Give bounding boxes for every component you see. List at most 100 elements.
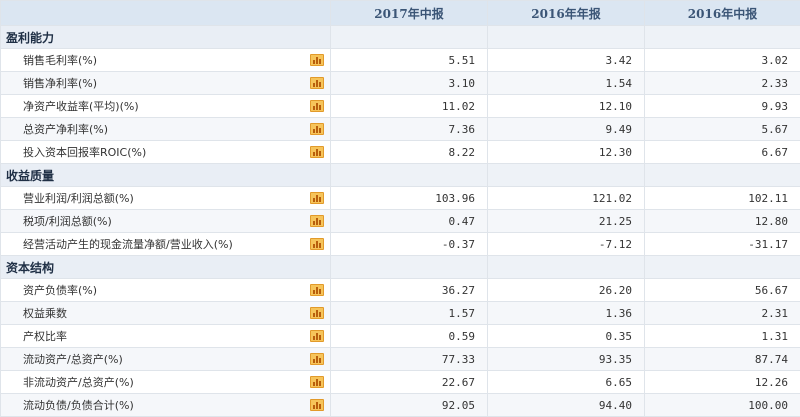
value-cell: 12.10 xyxy=(488,95,645,118)
section-header-row: 盈利能力 xyxy=(1,26,800,49)
value-cell: 100.00 xyxy=(645,394,800,417)
row-label: 总资产净利率(%) xyxy=(1,123,108,136)
row-label: 净资产收益率(平均)(%) xyxy=(1,100,139,113)
column-header[interactable]: 2016年中报 xyxy=(645,1,800,26)
section-blank-cell xyxy=(488,164,645,187)
table-row: 营业利润/利润总额(%)103.96121.02102.11 xyxy=(1,187,800,210)
row-label: 销售净利率(%) xyxy=(1,77,97,90)
value-cell: 6.65 xyxy=(488,371,645,394)
row-label-cell: 非流动资产/总资产(%) xyxy=(1,371,331,394)
column-header[interactable]: 2016年年报 xyxy=(488,1,645,26)
section-blank-cell xyxy=(645,164,800,187)
section-title: 收益质量 xyxy=(1,164,331,187)
value-cell: -0.37 xyxy=(331,233,488,256)
column-header[interactable]: 2017年中报 xyxy=(331,1,488,26)
section-blank-cell xyxy=(645,256,800,279)
row-label-cell: 权益乘数 xyxy=(1,302,331,325)
table-row: 资产负债率(%)36.2726.2056.67 xyxy=(1,279,800,302)
section-blank-cell xyxy=(645,26,800,49)
financial-indicators-table: 2017年中报 2016年年报 2016年中报 盈利能力销售毛利率(%)5.51… xyxy=(0,0,800,417)
row-label: 流动负债/负债合计(%) xyxy=(1,399,134,412)
section-blank-cell xyxy=(331,256,488,279)
row-label: 销售毛利率(%) xyxy=(1,54,97,67)
bar-chart-icon[interactable] xyxy=(310,399,324,411)
row-label: 产权比率 xyxy=(1,330,67,343)
section-blank-cell xyxy=(488,26,645,49)
value-cell: 3.10 xyxy=(331,72,488,95)
value-cell: 22.67 xyxy=(331,371,488,394)
row-label-cell: 销售毛利率(%) xyxy=(1,49,331,72)
value-cell: 87.74 xyxy=(645,348,800,371)
header-row: 2017年中报 2016年年报 2016年中报 xyxy=(1,1,800,26)
value-cell: 0.59 xyxy=(331,325,488,348)
value-cell: 3.02 xyxy=(645,49,800,72)
table-row: 流动负债/负债合计(%)92.0594.40100.00 xyxy=(1,394,800,417)
row-label-cell: 流动负债/负债合计(%) xyxy=(1,394,331,417)
row-label: 税项/利润总额(%) xyxy=(1,215,112,228)
value-cell: 7.36 xyxy=(331,118,488,141)
value-cell: 8.22 xyxy=(331,141,488,164)
value-cell: 93.35 xyxy=(488,348,645,371)
value-cell: 77.33 xyxy=(331,348,488,371)
bar-chart-icon[interactable] xyxy=(310,123,324,135)
row-label-cell: 总资产净利率(%) xyxy=(1,118,331,141)
value-cell: 0.47 xyxy=(331,210,488,233)
value-cell: 12.26 xyxy=(645,371,800,394)
table-row: 经营活动产生的现金流量净额/营业收入(%)-0.37-7.12-31.17 xyxy=(1,233,800,256)
section-blank-cell xyxy=(331,164,488,187)
value-cell: 94.40 xyxy=(488,394,645,417)
value-cell: 2.33 xyxy=(645,72,800,95)
bar-chart-icon[interactable] xyxy=(310,215,324,227)
value-cell: 12.80 xyxy=(645,210,800,233)
row-label-cell: 营业利润/利润总额(%) xyxy=(1,187,331,210)
bar-chart-icon[interactable] xyxy=(310,238,324,250)
value-cell: 1.57 xyxy=(331,302,488,325)
value-cell: -31.17 xyxy=(645,233,800,256)
table-row: 销售毛利率(%)5.513.423.02 xyxy=(1,49,800,72)
table-row: 净资产收益率(平均)(%) 11.0212.109.93 xyxy=(1,95,800,118)
bar-chart-icon[interactable] xyxy=(310,77,324,89)
section-title: 盈利能力 xyxy=(1,26,331,49)
table-row: 流动资产/总资产(%)77.3393.3587.74 xyxy=(1,348,800,371)
section-header-row: 资本结构 xyxy=(1,256,800,279)
value-cell: 56.67 xyxy=(645,279,800,302)
value-cell: 0.35 xyxy=(488,325,645,348)
bar-chart-icon[interactable] xyxy=(310,307,324,319)
value-cell: 11.02 xyxy=(331,95,488,118)
value-cell: 9.93 xyxy=(645,95,800,118)
row-label-cell: 经营活动产生的现金流量净额/营业收入(%) xyxy=(1,233,331,256)
section-blank-cell xyxy=(488,256,645,279)
value-cell: 26.20 xyxy=(488,279,645,302)
header-corner xyxy=(1,1,331,26)
table-row: 总资产净利率(%)7.369.495.67 xyxy=(1,118,800,141)
bar-chart-icon[interactable] xyxy=(310,192,324,204)
row-label-cell: 税项/利润总额(%) xyxy=(1,210,331,233)
bar-chart-icon[interactable] xyxy=(310,376,324,388)
row-label-cell: 销售净利率(%) xyxy=(1,72,331,95)
table-row: 产权比率 0.590.351.31 xyxy=(1,325,800,348)
table-row: 税项/利润总额(%)0.4721.2512.80 xyxy=(1,210,800,233)
row-label-cell: 流动资产/总资产(%) xyxy=(1,348,331,371)
table-row: 销售净利率(%) 3.101.542.33 xyxy=(1,72,800,95)
bar-chart-icon[interactable] xyxy=(310,54,324,66)
value-cell: 1.54 xyxy=(488,72,645,95)
value-cell: 121.02 xyxy=(488,187,645,210)
bar-chart-icon[interactable] xyxy=(310,100,324,112)
section-blank-cell xyxy=(331,26,488,49)
value-cell: 102.11 xyxy=(645,187,800,210)
bar-chart-icon[interactable] xyxy=(310,284,324,296)
row-label: 权益乘数 xyxy=(1,307,67,320)
value-cell: 103.96 xyxy=(331,187,488,210)
bar-chart-icon[interactable] xyxy=(310,330,324,342)
table-row: 投入资本回报率ROIC(%)8.2212.306.67 xyxy=(1,141,800,164)
value-cell: -7.12 xyxy=(488,233,645,256)
bar-chart-icon[interactable] xyxy=(310,353,324,365)
value-cell: 12.30 xyxy=(488,141,645,164)
table-row: 非流动资产/总资产(%) 22.676.6512.26 xyxy=(1,371,800,394)
row-label-cell: 资产负债率(%) xyxy=(1,279,331,302)
value-cell: 36.27 xyxy=(331,279,488,302)
bar-chart-icon[interactable] xyxy=(310,146,324,158)
value-cell: 9.49 xyxy=(488,118,645,141)
row-label: 非流动资产/总资产(%) xyxy=(1,376,134,389)
value-cell: 1.31 xyxy=(645,325,800,348)
